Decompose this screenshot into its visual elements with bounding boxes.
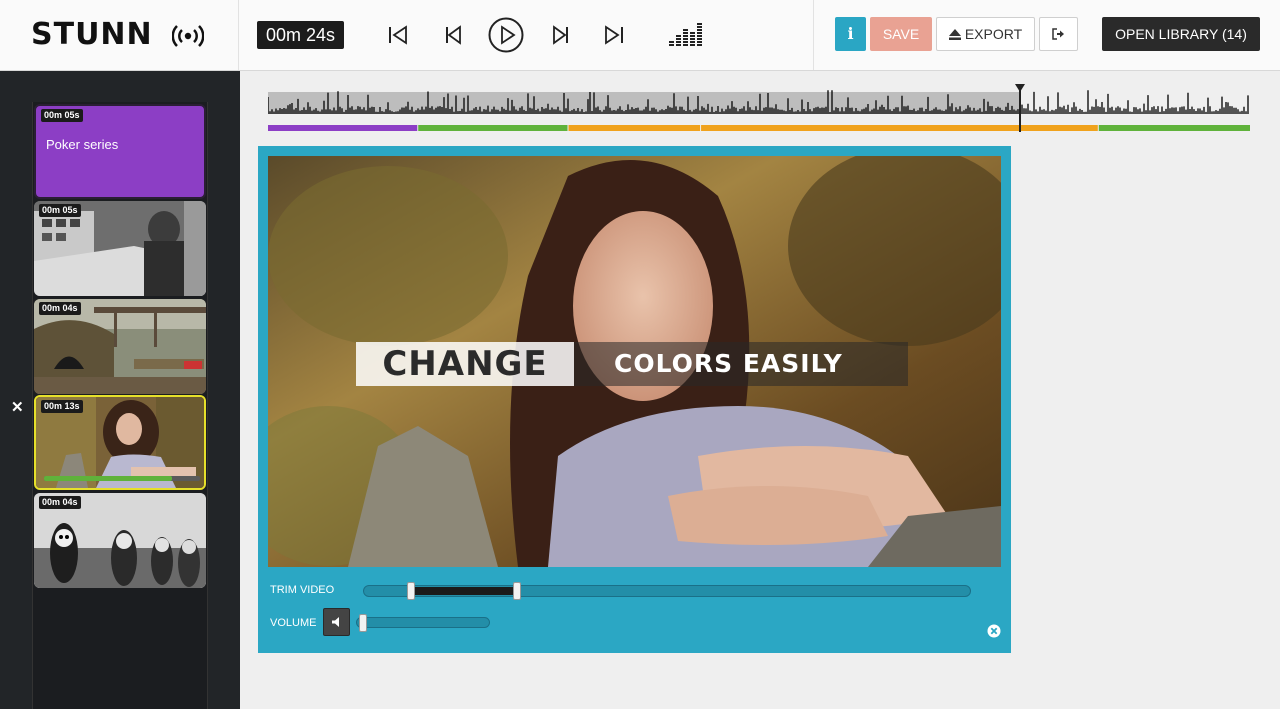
skip-to-start-button[interactable] [386, 21, 410, 49]
mute-button[interactable] [323, 608, 350, 636]
clip-duration: 00m 04s [39, 302, 81, 315]
clip-editor-panel: CHANGE COLORS EASILY TRIM VIDEO VOLUME [258, 146, 1011, 653]
timeline-playhead[interactable] [1015, 84, 1026, 132]
trim-end-handle[interactable] [513, 582, 522, 600]
overlay-text-change[interactable]: CHANGE [356, 342, 574, 386]
next-button[interactable] [549, 21, 573, 49]
timeline-segments[interactable] [268, 125, 1250, 131]
skip-to-start-icon [389, 25, 407, 45]
toolbar-divider [813, 0, 814, 70]
toolbar-divider [238, 0, 239, 70]
top-toolbar: STUNN 00m 24s i SAVE EXPORT OPEN LIBRARY… [0, 0, 1280, 71]
audio-waveform[interactable] [268, 84, 1250, 114]
clip-item[interactable]: 00m 04s [34, 493, 206, 588]
logout-button[interactable] [1039, 17, 1078, 51]
info-button[interactable]: i [835, 17, 866, 51]
play-icon [488, 17, 524, 53]
next-icon [553, 25, 568, 45]
timeline-segment[interactable] [701, 125, 1098, 131]
open-library-button[interactable]: OPEN LIBRARY (14) [1102, 17, 1260, 51]
volume-slider[interactable] [356, 614, 490, 632]
app-logo: STUNN [31, 17, 153, 52]
clip-item[interactable]: 00m 04s [34, 299, 206, 394]
trim-range [411, 587, 518, 595]
play-button[interactable] [488, 17, 524, 53]
timeline-segment[interactable] [418, 125, 568, 131]
clip-item-selected[interactable]: 00m 13s [34, 395, 206, 490]
export-label: EXPORT [964, 26, 1023, 42]
trim-slider[interactable] [363, 582, 971, 600]
video-preview[interactable]: CHANGE COLORS EASILY [268, 156, 1001, 567]
clip-duration: 00m 05s [41, 109, 83, 122]
close-editor-icon[interactable] [987, 624, 1001, 638]
timeline-segment[interactable] [568, 125, 701, 131]
broadcast-icon[interactable] [172, 24, 204, 48]
export-button[interactable]: EXPORT [936, 17, 1035, 51]
equalizer-button[interactable] [667, 21, 705, 49]
eject-icon [948, 28, 961, 40]
previous-icon [446, 25, 461, 45]
volume-label: VOLUME [270, 617, 317, 629]
logout-icon [1052, 28, 1064, 40]
remove-clip-icon[interactable]: ✕ [11, 398, 24, 416]
clip-duration: 00m 05s [39, 204, 81, 217]
trim-start-handle[interactable] [407, 582, 416, 600]
clip-progress-fill [44, 476, 172, 481]
skip-to-end-button[interactable] [602, 21, 626, 49]
clip-duration: 00m 13s [41, 400, 83, 413]
clip-progress-bar [44, 476, 200, 481]
overlay-text-colors-easily[interactable]: COLORS EASILY [574, 342, 908, 386]
time-display: 00m 24s [257, 21, 344, 49]
save-button[interactable]: SAVE [870, 17, 932, 51]
playhead-marker-icon [1015, 84, 1026, 92]
volume-handle[interactable] [358, 614, 367, 632]
equalizer-icon [669, 23, 702, 46]
clip-item-poker-series[interactable]: 00m 05s Poker series [34, 104, 206, 199]
clip-duration: 00m 04s [39, 496, 81, 509]
clip-item[interactable]: 00m 05s [34, 201, 206, 296]
previous-button[interactable] [441, 21, 465, 49]
timeline-segment[interactable] [1098, 125, 1250, 131]
speaker-icon [331, 617, 339, 627]
skip-to-end-icon [605, 25, 623, 45]
timeline-segment[interactable] [268, 125, 418, 131]
trim-video-label: TRIM VIDEO [270, 584, 335, 596]
clip-title: Poker series [46, 137, 119, 152]
